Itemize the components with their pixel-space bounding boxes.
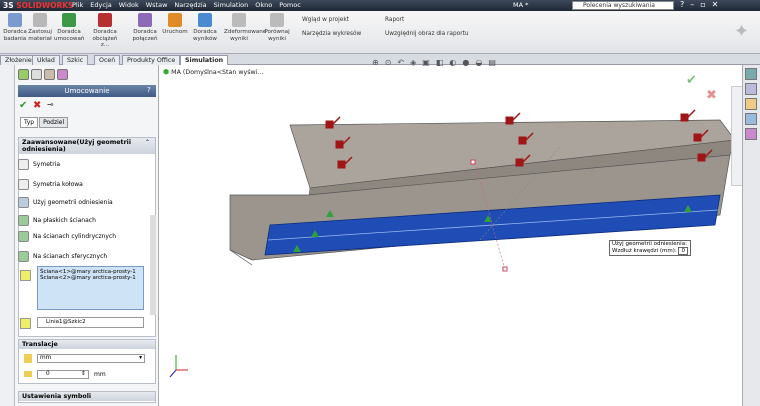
panel-title: Umocowanie — [18, 85, 156, 97]
symmetry-icon — [18, 159, 29, 170]
appearances-icon[interactable] — [745, 128, 757, 140]
menu-item-pomoc[interactable]: Pomoc — [279, 1, 301, 9]
pin-icon[interactable]: ⊸ — [47, 100, 54, 109]
menu-item-narzedzia[interactable]: Narzędzia — [174, 1, 206, 9]
menu-item-simulation[interactable]: Simulation — [214, 1, 249, 9]
callout-line2: Wzdłuż krawędzi (mm): 0 — [612, 247, 688, 255]
panel-scrollbar[interactable] — [150, 215, 156, 315]
handle[interactable] — [470, 159, 476, 165]
run-button[interactable]: Uruchom — [160, 13, 190, 36]
close-icon[interactable]: ✕ — [712, 0, 719, 9]
tab-ocen[interactable]: Oceń — [94, 55, 121, 65]
cylindrical-faces-icon — [18, 231, 29, 242]
option-cylindryczne[interactable]: Na ścianach cylindrycznych — [18, 231, 116, 242]
reference-callout[interactable]: Użyj geometrii odniesienia: Wzdłuż krawę… — [609, 240, 691, 256]
option-plaskie-sciany[interactable]: Na płaskich ścianach — [18, 215, 96, 226]
title-bar: 3S SOLIDWORKS Plik Edycja Widok Wstaw Na… — [0, 0, 760, 11]
ok-icon[interactable]: ✔ — [19, 100, 27, 111]
option-symetria[interactable]: Symetria — [18, 159, 60, 170]
collapse-icon[interactable]: ⌃ — [145, 139, 150, 146]
view-palette-icon[interactable] — [745, 113, 757, 125]
3ds-logo: ✦ — [734, 21, 750, 42]
display-icon[interactable] — [57, 69, 68, 80]
restore-icon[interactable]: ▫ — [700, 0, 705, 9]
force-arrow — [680, 109, 696, 122]
value-input[interactable]: 0 ⇕ — [37, 370, 89, 379]
option-sferyczne[interactable]: Na ścianach sferycznych — [18, 251, 107, 262]
tab-office[interactable]: Produkty Office — [122, 55, 181, 65]
edge-selection-icon — [20, 318, 31, 329]
solidworks-logo: 3S SOLIDWORKS — [3, 1, 74, 10]
tab-uklad[interactable]: Układ — [32, 55, 60, 65]
model-viewport — [169, 109, 736, 378]
file-explorer-icon[interactable] — [745, 98, 757, 110]
property-manager-icon[interactable] — [31, 69, 42, 80]
menu-item-okno[interactable]: Okno — [255, 1, 272, 9]
minimize-icon[interactable]: – — [690, 0, 694, 9]
document-title: MA * — [513, 1, 529, 9]
cancel-icon[interactable]: ✖ — [33, 100, 41, 111]
compare-results-button[interactable]: Porównaj wyniki — [262, 13, 292, 42]
cancel-corner-icon[interactable]: ✖ — [706, 88, 717, 103]
plot-tools-button[interactable]: Narzędzia wykresów — [302, 31, 361, 37]
help-icon[interactable]: ? — [680, 0, 684, 9]
tab-podziel[interactable]: Podziel — [39, 117, 69, 128]
symbol-settings-title: Ustawienia symboli — [19, 392, 155, 401]
menu-item-plik[interactable]: Plik — [72, 1, 83, 9]
feature-tree-icon[interactable] — [18, 69, 29, 80]
results-advisor-button[interactable]: Doradca wyników — [190, 13, 220, 42]
help-icon[interactable]: ? — [147, 86, 151, 94]
flat-faces-icon — [18, 215, 29, 226]
along-edge-icon — [24, 371, 32, 377]
external-loads-button[interactable]: Doradca obciążeń z... — [90, 13, 120, 49]
value-unit: mm — [94, 371, 106, 378]
menu-item-widok[interactable]: Widok — [119, 1, 139, 9]
task-pane — [742, 65, 760, 406]
spherical-faces-icon — [18, 251, 29, 262]
symbol-settings-group[interactable]: Ustawienia symboli — [18, 391, 156, 403]
edge-selection-field[interactable]: Linia1@Szkic2 — [37, 317, 144, 328]
menu-bar: Plik Edycja Widok Wstaw Narzędzia Simula… — [72, 1, 301, 9]
command-ribbon: Doradca badania Zastosuj materiał Doradc… — [0, 11, 760, 54]
resources-icon[interactable] — [745, 68, 757, 80]
option-geometria-odniesienia[interactable]: Użyj geometrii odniesienia — [18, 197, 113, 208]
apply-material-button[interactable]: Zastosuj materiał — [25, 13, 55, 42]
reference-geometry-icon — [18, 197, 29, 208]
handle[interactable] — [502, 266, 508, 272]
config-icon[interactable] — [44, 69, 55, 80]
circular-symmetry-icon — [18, 179, 29, 190]
callout-line1: Użyj geometrii odniesienia: — [612, 241, 687, 247]
property-manager: Umocowanie ? ✔ ✖ ⊸ Typ Podziel Zaawansow… — [15, 65, 159, 406]
tab-typ[interactable]: Typ — [20, 117, 39, 128]
report-button[interactable]: Raport — [385, 17, 404, 23]
tab-simulation[interactable]: Simulation — [180, 55, 229, 65]
list-item[interactable]: Ściana<2>@mary arctica-prosty-1 — [40, 275, 141, 281]
callout-value[interactable]: 0 — [678, 247, 688, 255]
left-toolbar — [0, 65, 15, 406]
menu-item-edycja[interactable]: Edycja — [90, 1, 111, 9]
option-symetria-kolowa[interactable]: Symetria kołowa — [18, 179, 83, 190]
face-selection-list[interactable]: Ściana<1>@mary arctica-prosty-1 Ściana<2… — [37, 266, 144, 310]
deformed-result-button[interactable]: Zdeformowane wyniki — [224, 13, 266, 42]
triad — [169, 355, 188, 378]
include-image-button[interactable]: Uwzględnij obraz dla raportu — [385, 31, 469, 37]
fixtures-advisor-button[interactable]: Doradca umocowań — [54, 13, 84, 42]
face-selection-icon — [20, 270, 31, 281]
connections-advisor-button[interactable]: Doradca połączeń — [130, 13, 160, 42]
ruler-icon — [24, 354, 32, 363]
design-library-icon[interactable] — [745, 83, 757, 95]
confirm-icon[interactable]: ✔ — [686, 73, 697, 88]
search-input[interactable]: Polecenia wyszukiwania — [572, 1, 674, 10]
group-title: Zaawansowane(Użyj geometrii odniesienia) — [19, 138, 155, 154]
unit-select[interactable]: mm ▾ — [37, 354, 145, 363]
tab-szkic[interactable]: Szkic — [62, 55, 89, 65]
translation-title: Translacje — [19, 340, 155, 349]
design-insight-button[interactable]: Wgląd w projekt — [302, 17, 349, 23]
menu-item-wstaw[interactable]: Wstaw — [146, 1, 168, 9]
